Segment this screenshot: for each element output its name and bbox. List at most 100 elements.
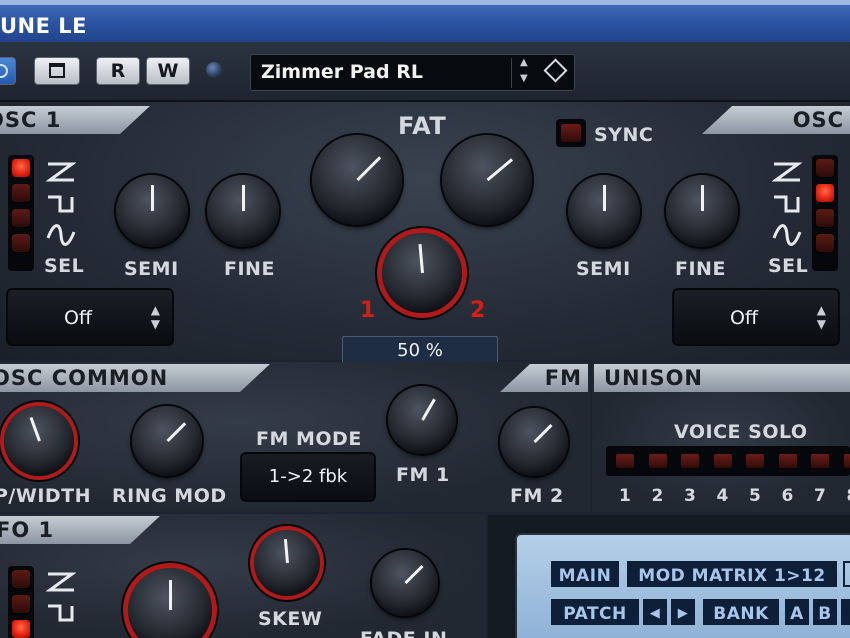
voice-solo-led[interactable]	[776, 452, 799, 470]
saw-wave-icon	[46, 572, 76, 592]
preset-up-down-arrows-icon[interactable]	[511, 57, 540, 88]
lcd-bank-more-button[interactable]	[841, 599, 850, 625]
osc2-sel-label: SEL	[768, 255, 809, 277]
lcd-prev-arrow-icon[interactable]: ◀	[643, 599, 667, 625]
skew-label: SKEW	[258, 608, 323, 630]
lfo1-fade-in-knob[interactable]	[372, 550, 438, 616]
osc-mix-left-label: 1	[360, 298, 376, 323]
lcd-bank-b-button[interactable]: B	[813, 599, 837, 625]
sine-wave-icon	[46, 224, 76, 246]
lfo1-wave-led[interactable]	[11, 594, 31, 614]
osc2-mode-value: Off	[729, 307, 759, 329]
osc2-fine-label: FINE	[675, 258, 726, 280]
osc2-semi-knob[interactable]	[568, 175, 640, 247]
lcd-main-tab[interactable]: MAIN	[551, 561, 619, 587]
voice-solo-label: VOICE SOLO	[674, 421, 808, 443]
ring-mod-knob[interactable]	[132, 406, 202, 476]
fm-mode-value: 1->2 fbk	[268, 466, 348, 487]
lcd-screen: MAIN MOD MATRIX 1>12 PATCH ◀ ▶ BANK A B	[515, 533, 850, 638]
square-wave-icon	[48, 604, 74, 622]
fm-mode-selector[interactable]: 1->2 fbk	[240, 452, 376, 502]
osc1-wave-led[interactable]	[11, 233, 31, 253]
osc-mix-knob[interactable]	[382, 233, 462, 313]
osc2-fine-knob[interactable]	[666, 175, 738, 247]
lfo1-wave-led[interactable]	[11, 569, 31, 589]
osc1-fine-label: FINE	[224, 258, 275, 280]
lfo1-wave-leds[interactable]	[8, 566, 34, 638]
osc1-sel-label: SEL	[44, 255, 85, 277]
saw-wave-icon	[772, 162, 802, 182]
osc2-wave-led[interactable]	[815, 208, 835, 228]
osc1-title: OSC 1	[4, 108, 62, 132]
fat-knob-left[interactable]	[312, 135, 402, 225]
voice-solo-led[interactable]	[809, 452, 831, 470]
write-automation-button[interactable]: W	[146, 57, 190, 85]
read-automation-button[interactable]: R	[96, 57, 140, 85]
voice-solo-led[interactable]	[614, 452, 636, 470]
osc2-mode-dropdown[interactable]: Off ▲ ▼	[672, 288, 840, 346]
osc-mix-value: 50 %	[397, 340, 443, 361]
fat-label: FAT	[398, 112, 447, 140]
lcd-mod-matrix-tab[interactable]: MOD MATRIX 1>12	[627, 561, 837, 587]
lcd-next-tab[interactable]	[843, 561, 850, 587]
dropdown-arrows-icon: ▲ ▼	[816, 303, 826, 331]
pulse-width-knob[interactable]	[4, 406, 74, 476]
lcd-bank-a-button[interactable]: A	[785, 599, 809, 625]
voice-solo-led[interactable]	[841, 452, 850, 470]
fm2-label: FM 2	[510, 485, 564, 507]
osc-mix-right-label: 2	[470, 298, 486, 323]
voice-solo-led[interactable]	[744, 452, 766, 470]
square-wave-icon	[774, 195, 800, 213]
voice-solo-led[interactable]	[646, 452, 669, 470]
osc1-semi-knob[interactable]	[116, 175, 188, 247]
unison-title: UNISON	[604, 366, 703, 390]
fade-in-label: FADE IN	[360, 628, 447, 638]
osc2-wave-led[interactable]	[815, 158, 835, 178]
osc2-title: OSC 2	[792, 108, 850, 132]
lfo1-wave-led[interactable]	[11, 619, 31, 638]
lcd-patch-button[interactable]: PATCH	[551, 599, 639, 625]
sync-toggle[interactable]	[556, 119, 586, 147]
osc2-wave-led[interactable]	[815, 183, 835, 203]
preset-name: Zimmer Pad RL	[261, 61, 423, 83]
fm-title: FM	[544, 366, 582, 390]
voice-number-label: 8	[847, 486, 850, 506]
power-button[interactable]	[0, 57, 16, 85]
osc1-mode-value: Off	[63, 307, 93, 329]
osc1-wave-led[interactable]	[11, 158, 31, 178]
sine-wave-icon	[772, 224, 802, 246]
fm1-knob[interactable]	[388, 386, 456, 454]
osc-common-section-header: OSC COMMON	[0, 364, 270, 392]
voice-number-label: 6	[781, 486, 794, 506]
voice-number-label: 4	[716, 486, 729, 506]
osc1-wave-led[interactable]	[11, 208, 31, 228]
osc2-wave-leds[interactable]	[812, 155, 838, 271]
osc2-wave-led[interactable]	[815, 233, 835, 253]
voice-number-label: 7	[814, 486, 826, 506]
synth-window: UNE LE R W Zimmer Pad RL OSC 1 OSC 2 SEL…	[0, 0, 850, 638]
osc1-wave-led[interactable]	[11, 183, 31, 203]
voice-solo-led[interactable]	[679, 452, 701, 470]
voice-number-label: 3	[684, 486, 696, 506]
voice-number-label: 2	[651, 486, 664, 506]
lcd-next-arrow-icon[interactable]: ▶	[671, 599, 695, 625]
lcd-bank-button[interactable]: BANK	[703, 599, 779, 625]
window-title: UNE LE	[0, 14, 88, 38]
osc-common-title: OSC COMMON	[0, 366, 169, 390]
dropdown-arrows-icon: ▲ ▼	[150, 303, 160, 331]
osc1-mode-dropdown[interactable]: Off ▲ ▼	[6, 288, 174, 346]
osc1-semi-label: SEMI	[124, 258, 179, 280]
osc1-wave-leds[interactable]	[8, 155, 34, 271]
window-title-bar[interactable]: UNE LE	[0, 0, 850, 42]
ring-mod-label: RING MOD	[112, 485, 227, 507]
voice-solo-led[interactable]	[711, 452, 734, 470]
activity-led-icon	[206, 62, 222, 78]
lfo1-skew-knob[interactable]	[254, 530, 320, 596]
fat-knob-right[interactable]	[442, 135, 532, 225]
fm2-knob[interactable]	[500, 408, 568, 476]
edit-button[interactable]	[34, 57, 80, 85]
preset-selector[interactable]: Zimmer Pad RL	[250, 54, 575, 91]
osc1-fine-knob[interactable]	[207, 175, 279, 247]
preset-browser-icon[interactable]	[543, 58, 568, 83]
pulse-width-label: P/WIDTH	[0, 485, 92, 507]
